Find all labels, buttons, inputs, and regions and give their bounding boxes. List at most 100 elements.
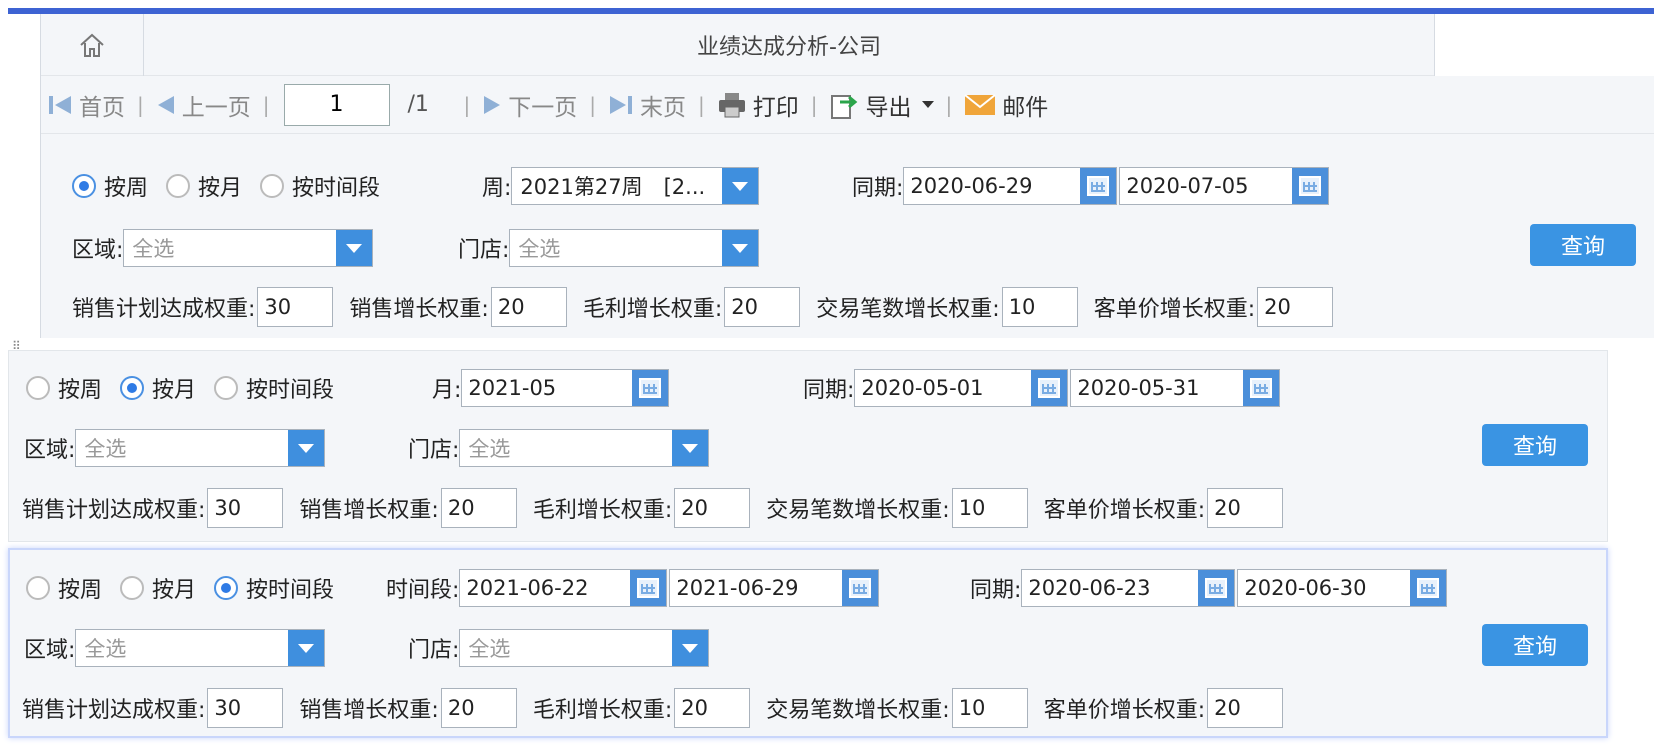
left-gutter [8,14,41,338]
query-button[interactable]: 查询 [1530,224,1636,266]
weight-count-input[interactable]: 10 [1001,287,1078,327]
radio-week[interactable] [26,576,50,600]
chevron-down-icon [346,243,363,253]
query-button[interactable]: 查询 [1482,424,1588,466]
region-select-value: 全选 [132,237,175,261]
dropdown-button[interactable] [722,168,759,204]
dropdown-button[interactable] [722,230,759,266]
report-title: 业绩达成分析-公司 [697,35,881,60]
weight-count-input[interactable]: 10 [951,688,1028,728]
period-mode-row: 按周 按月 按时间段 [26,567,344,609]
radio-range[interactable] [214,576,239,600]
first-page-button[interactable]: 首页 [41,88,131,122]
calendar-button[interactable] [1243,370,1280,406]
radio-month[interactable] [120,576,145,600]
dropdown-button[interactable] [336,230,373,266]
weight-plan-input[interactable]: 30 [207,688,284,728]
print-button[interactable]: 打印 [711,88,805,122]
radio-week-label: 按周 [58,578,103,603]
query-button[interactable]: 查询 [1482,624,1588,666]
weight-count-label: 交易笔数增长权重: [816,297,1000,322]
weight-sales-input[interactable]: 20 [440,688,517,728]
radio-month[interactable] [166,174,191,198]
same-period-field: 同期: 2020-06-23 2020-06-30 [970,567,1448,609]
page-number-input[interactable] [283,83,390,126]
calendar-icon [1087,176,1110,196]
dropdown-button[interactable] [672,630,709,666]
weight-margin-input[interactable]: 20 [724,287,801,327]
weight-price-input[interactable]: 20 [1207,688,1284,728]
same-period-start-input[interactable]: 2020-06-23 [1021,569,1236,607]
region-select[interactable]: 全选 [75,429,326,467]
export-button[interactable]: 导出 [824,88,940,122]
prev-page-button[interactable]: 上一页 [150,88,257,122]
dropdown-button[interactable] [288,430,325,466]
toolbar-separator: | [698,92,705,117]
radio-month-label: 按月 [198,176,243,201]
next-page-button[interactable]: 下一页 [476,88,583,122]
calendar-button[interactable] [630,570,667,606]
same-period-end-input[interactable]: 2020-07-05 [1119,167,1330,205]
region-select[interactable]: 全选 [75,629,326,667]
radio-range[interactable] [214,376,239,400]
same-period-end-input[interactable]: 2020-06-30 [1237,569,1448,607]
weight-count-input[interactable]: 10 [951,488,1028,528]
month-input[interactable]: 2021-05 [461,369,670,407]
first-page-icon [49,95,71,114]
calendar-button[interactable] [1080,168,1117,204]
radio-range-label: 按时间段 [292,176,381,201]
radio-month-label: 按月 [152,578,197,603]
calendar-button[interactable] [1292,168,1329,204]
same-period-start-input[interactable]: 2020-06-29 [903,167,1118,205]
month-field: 月: 2021-05 [432,367,670,409]
toolbar-separator: | [589,92,596,117]
title-right-cell [1434,14,1654,76]
radio-month[interactable] [120,376,145,400]
mail-label: 邮件 [1002,94,1049,121]
weight-price-input[interactable]: 20 [1257,287,1334,327]
weight-plan-label: 销售计划达成权重: [72,297,256,322]
pager-toolbar: 首页 | 上一页 | /1 | 下一页 | 末页 | 打印 | 导出 | 邮件 [41,76,1654,134]
store-select[interactable]: 全选 [509,229,760,267]
weight-margin-input[interactable]: 20 [674,488,751,528]
radio-week[interactable] [26,376,50,400]
last-page-button[interactable]: 末页 [602,88,692,122]
calendar-button[interactable] [842,570,879,606]
region-label: 区域: [24,438,76,463]
calendar-icon [637,578,660,598]
region-select[interactable]: 全选 [123,229,374,267]
same-period-end-input[interactable]: 2020-05-31 [1070,369,1281,407]
first-page-label: 首页 [79,94,125,121]
dropdown-button[interactable] [288,630,325,666]
weight-sales-input[interactable]: 20 [440,488,517,528]
calendar-button[interactable] [632,370,669,406]
range-end-input[interactable]: 2021-06-29 [669,569,880,607]
calendar-button[interactable] [1198,570,1235,606]
range-start-input[interactable]: 2021-06-22 [459,569,668,607]
store-label: 门店: [408,438,460,463]
store-select[interactable]: 全选 [459,429,710,467]
weight-sales-input[interactable]: 20 [490,287,567,327]
mail-button[interactable]: 邮件 [958,88,1054,122]
calendar-button[interactable] [1031,370,1068,406]
radio-week[interactable] [72,174,96,198]
home-button[interactable] [41,14,144,76]
weight-price-input[interactable]: 20 [1207,488,1284,528]
same-period-field: 同期: 2020-05-01 2020-05-31 [803,367,1281,409]
weight-plan-input[interactable]: 30 [257,287,334,327]
store-label: 门店: [458,238,510,263]
weight-price-label: 客单价增长权重: [1043,698,1206,723]
region-field: 区域: 全选 [24,427,326,469]
calendar-button[interactable] [1410,570,1447,606]
store-field: 门店: 全选 [408,427,710,469]
weight-plan-input[interactable]: 30 [207,488,284,528]
next-page-label: 下一页 [508,94,578,121]
week-select[interactable]: 2021第27周 [2... [511,167,760,205]
next-page-icon [484,95,501,114]
store-select[interactable]: 全选 [459,629,710,667]
export-label: 导出 [865,94,912,121]
dropdown-button[interactable] [672,430,709,466]
weight-margin-input[interactable]: 20 [674,688,751,728]
radio-range[interactable] [260,174,285,198]
same-period-start-input[interactable]: 2020-05-01 [854,369,1069,407]
